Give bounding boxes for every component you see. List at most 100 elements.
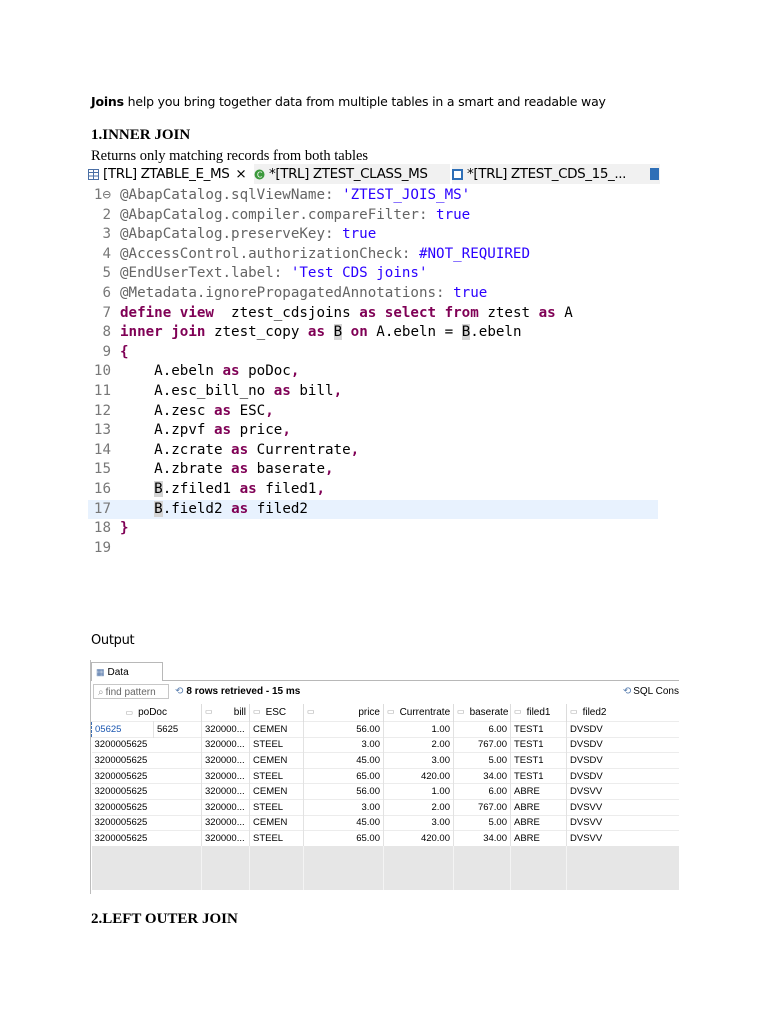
table-cell[interactable]: 320000... [201, 752, 250, 769]
table-cell[interactable]: 320000... [201, 767, 250, 784]
column-header-esc[interactable]: ▭ ESC [249, 704, 304, 722]
table-cell[interactable]: CEMEN [249, 783, 304, 800]
empty-cell [91, 860, 202, 875]
table-cell[interactable]: 767.00 [453, 736, 511, 753]
table-cell[interactable]: DVSVV [566, 783, 679, 800]
table-row[interactable]: 3200005625 320000... CEMEN 45.00 3.00 5.00 ABR… [91, 814, 679, 831]
table-cell[interactable]: 45.00 [303, 814, 384, 831]
table-row[interactable]: 3200005625 320000... STEEL 3.00 2.00 767.00 TE… [91, 736, 679, 753]
table-cell[interactable]: 420.00 [383, 767, 454, 784]
column-header-price[interactable]: ▭ price [303, 704, 384, 722]
table-cell[interactable]: 3200005625 [91, 752, 202, 769]
table-row[interactable]: 3200005625 320000... STEEL 65.00 420.00 34.00… [91, 830, 679, 846]
column-header-filed2[interactable]: ▭ filed2 [566, 704, 679, 722]
table-cell[interactable]: DVSDV [566, 752, 679, 769]
table-cell[interactable]: CEMEN [249, 752, 304, 769]
table-cell[interactable]: TEST1 [510, 767, 567, 784]
tab-ztest-class-ms[interactable]: C *[TRL] ZTEST_CLASS_MS [254, 164, 450, 184]
table-cell[interactable]: 2.00 [383, 736, 454, 753]
table-cell[interactable]: 3.00 [383, 814, 454, 831]
table-cell[interactable]: 3200005625 [91, 767, 202, 784]
table-cell[interactable]: 3.00 [303, 736, 384, 753]
table-cell[interactable]: 320000... [201, 798, 250, 816]
section-heading-left-outer-join: 2.LEFT OUTER JOIN [91, 911, 238, 927]
tab-ztest-cds[interactable]: *[TRL] ZTEST_CDS_15_... [452, 164, 660, 184]
table-cell[interactable]: 320000... [201, 830, 250, 846]
table-row[interactable]: 3200005625 320000... STEEL 3.00 2.00 767.00 AB… [91, 798, 679, 816]
table-cell[interactable]: 65.00 [303, 767, 384, 784]
table-cell[interactable]: 5625 [153, 721, 202, 738]
table-cell[interactable]: DVSVV [566, 830, 679, 846]
table-cell[interactable]: 45.00 [303, 752, 384, 769]
column-header-bill[interactable]: ▭ bill [201, 704, 250, 722]
table-cell[interactable]: 320000... [201, 736, 250, 753]
table-cell[interactable]: ABRE [510, 830, 567, 846]
table-cell[interactable]: 1.00 [383, 721, 454, 738]
table-cell[interactable]: 320000... [201, 814, 250, 831]
table-cell[interactable]: 56.00 [303, 721, 384, 738]
table-cell[interactable]: ABRE [510, 814, 567, 831]
table-cell[interactable]: CEMEN [249, 814, 304, 831]
table-row[interactable]: 3200005625 320000... CEMEN 45.00 3.00 5.00 TES… [91, 752, 679, 769]
table-cell[interactable]: 3200005625 [91, 830, 202, 846]
table-cell[interactable]: 34.00 [453, 767, 511, 784]
empty-row [91, 874, 679, 890]
table-cell[interactable]: DVSDV [566, 736, 679, 753]
code-editor[interactable]: 1⊖ @AbapCatalog.sqlViewName: 'ZTEST_JOIS_… [88, 186, 658, 554]
table-cell[interactable]: 34.00 [453, 830, 511, 846]
refresh-icon: ⟲ [175, 686, 184, 697]
tab-overflow-icon[interactable] [650, 168, 659, 180]
close-icon[interactable]: × [235, 164, 246, 184]
table-cell[interactable]: 6.00 [453, 721, 511, 738]
table-row[interactable]: 3200005625 320000... CEMEN 56.00 1.00 6.00 ABR… [91, 783, 679, 800]
tab-data-preview[interactable]: ▦Data Preview [91, 662, 163, 697]
table-cell[interactable]: ABRE [510, 783, 567, 800]
table-cell[interactable]: 5.00 [453, 814, 511, 831]
table-cell[interactable]: TEST1 [510, 752, 567, 769]
code-token: ztest_copy [205, 324, 308, 341]
code-token: poDoc [239, 363, 291, 380]
table-cell[interactable]: 320000... [201, 783, 250, 800]
find-pattern-input[interactable]: ⌕ find pattern [93, 684, 169, 699]
table-row[interactable]: 3200005625 320000... STEEL 65.00 420.00 34.00… [91, 767, 679, 784]
table-cell[interactable]: STEEL [249, 736, 304, 753]
table-cell[interactable]: STEEL [249, 798, 304, 816]
table-cell[interactable]: 1.00 [383, 783, 454, 800]
table-cell[interactable]: 5.00 [453, 752, 511, 769]
code-token: A [555, 304, 573, 321]
table-cell[interactable]: TEST1 [510, 736, 567, 753]
empty-cell [91, 874, 202, 890]
table-cell[interactable]: 05625 [91, 721, 154, 738]
table-cell[interactable]: 65.00 [303, 830, 384, 846]
table-cell[interactable]: 6.00 [453, 783, 511, 800]
table-cell[interactable]: CEMEN [249, 721, 304, 738]
table-cell[interactable]: TEST1 [510, 721, 567, 738]
code-line: 17 B.field2 as filed2 [88, 499, 658, 520]
table-cell[interactable]: 56.00 [303, 783, 384, 800]
column-header-filed1[interactable]: ▭ filed1 [510, 704, 567, 722]
column-header-baserate[interactable]: ▭ baserate [453, 704, 511, 722]
table-cell[interactable]: ABRE [510, 798, 567, 816]
table-cell[interactable]: DVSVV [566, 814, 679, 831]
table-cell[interactable]: 3200005625 [91, 798, 202, 816]
table-cell[interactable]: 3.00 [383, 752, 454, 769]
table-cell[interactable]: 3.00 [303, 798, 384, 816]
table-cell[interactable]: 2.00 [383, 798, 454, 816]
code-token: 'ZTEST_JOIS_MS' [342, 187, 471, 203]
sql-console-button[interactable]: ⟲ SQL Cons [623, 682, 679, 702]
column-header-podoc[interactable]: ▭ poDoc [91, 704, 202, 722]
table-cell[interactable]: DVSDV [566, 767, 679, 784]
table-row[interactable]: 05625 5625 320000... CEMEN 56.00 1.00 6.00 TEST… [91, 721, 679, 738]
table-cell[interactable]: 3200005625 [91, 736, 202, 753]
table-cell[interactable]: STEEL [249, 830, 304, 846]
table-cell[interactable]: 3200005625 [91, 814, 202, 831]
table-cell[interactable]: 320000... [201, 721, 250, 738]
table-cell[interactable]: 3200005625 [91, 783, 202, 800]
table-cell[interactable]: DVSVV [566, 798, 679, 816]
table-cell[interactable]: DVSDV [566, 721, 679, 738]
table-cell[interactable]: 767.00 [453, 798, 511, 816]
table-cell[interactable]: 420.00 [383, 830, 454, 846]
column-header-currentrate[interactable]: ▭ Currentrate [383, 704, 454, 722]
table-cell[interactable]: STEEL [249, 767, 304, 784]
tab-ztable-e-ms[interactable]: [TRL] ZTABLE_E_MS × [88, 164, 248, 184]
